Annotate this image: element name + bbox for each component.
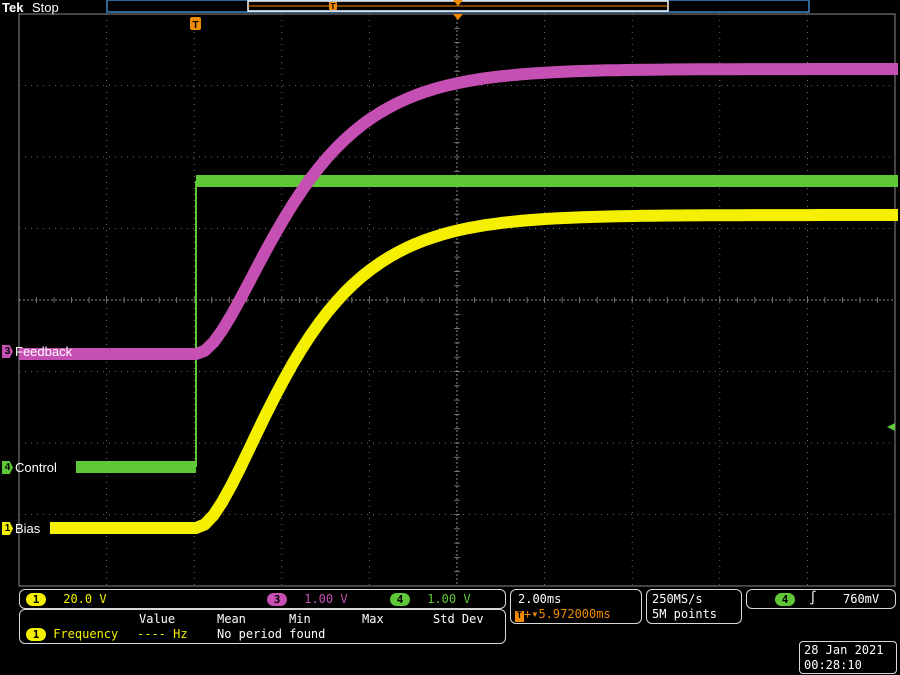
measurement-message: No period found <box>217 627 326 641</box>
acquisition-readout[interactable]: 250MS/s 5M points <box>646 589 742 624</box>
measurement-header-max: Max <box>362 612 384 626</box>
graticule <box>18 13 896 587</box>
measurement-header-value: Value <box>139 612 176 626</box>
brand-logo: Tek <box>2 0 24 15</box>
ch1-scale[interactable]: 1 20.0 V <box>26 592 107 606</box>
trigger-level: 760mV <box>843 592 880 606</box>
ch3-marker-icon: 3 <box>2 345 13 358</box>
ch1-bias-waveform <box>50 209 898 534</box>
expansion-point-icon <box>453 14 463 20</box>
trigger-position-icon[interactable]: T <box>190 17 201 31</box>
date: 28 Jan 2021 <box>804 643 884 657</box>
measurement-header-min: Min <box>289 612 311 626</box>
datetime-readout: 28 Jan 2021 00:28:10 <box>799 641 897 674</box>
ch4-ground-marker[interactable]: 4 Control <box>2 461 57 475</box>
measurement-name: Frequency <box>53 627 119 641</box>
measurement-header-std-dev: Std Dev <box>433 612 484 626</box>
measurement-row[interactable]: 1 Frequency <box>26 627 118 641</box>
vertical-settings-readout[interactable]: 1 20.0 V 3 1.00 V 4 1.00 V <box>19 589 506 609</box>
measurement-source-badge: 1 <box>26 628 46 641</box>
ch1-ground-marker[interactable]: 1 Bias <box>2 522 40 536</box>
sample-rate: 250MS/s <box>652 592 703 606</box>
measurement-panel[interactable]: Value Mean Min Max Std Dev 1 Frequency -… <box>19 609 506 644</box>
status-bar: Tek Stop <box>0 0 900 15</box>
ch1-label: Bias <box>15 521 41 536</box>
time-per-division: 2.00ms <box>518 592 562 606</box>
trigger-level-icon[interactable] <box>887 423 895 431</box>
time: 00:28:10 <box>804 658 862 672</box>
waveform-display[interactable]: T T <box>0 0 900 675</box>
trigger-source: 4 <box>775 592 795 606</box>
measurement-header-mean: Mean <box>217 612 246 626</box>
ch3-ground-marker[interactable]: 3 Feedback <box>2 345 72 359</box>
ch4-label: Control <box>15 460 57 475</box>
ch3-label: Feedback <box>15 344 73 359</box>
trigger-position-readout: T +▾5.972000ms <box>515 607 611 622</box>
ch3-scale[interactable]: 3 1.00 V <box>267 592 348 606</box>
ch4-marker-icon: 4 <box>2 461 13 474</box>
trigger-readout[interactable]: 4 ∫ 760mV <box>746 589 896 609</box>
horizontal-settings-readout[interactable]: 2.00ms T +▾5.972000ms <box>510 589 642 624</box>
measurement-value: ---- Hz <box>137 627 188 641</box>
rising-edge-icon: ∫ <box>809 591 817 606</box>
record-length: 5M points <box>652 607 718 621</box>
ch1-marker-icon: 1 <box>2 522 13 535</box>
svg-text:T: T <box>192 20 198 31</box>
acquisition-state: Stop <box>32 0 59 15</box>
measurement-unit: Hz <box>173 627 188 641</box>
trigger-icon: T <box>515 611 524 622</box>
ch4-scale[interactable]: 4 1.00 V <box>390 592 471 606</box>
